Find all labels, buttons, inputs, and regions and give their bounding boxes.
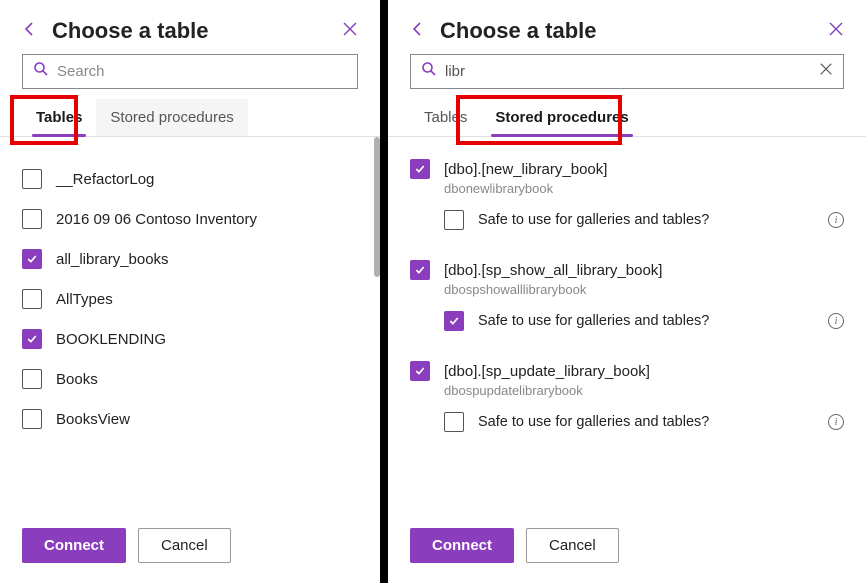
checkbox[interactable] — [22, 289, 42, 309]
procedure-item: [dbo].[sp_show_all_library_book] dbospsh… — [410, 254, 844, 355]
procedure-subtitle: dbospshowalllibrarybook — [444, 282, 844, 297]
tab-stored-procedures[interactable]: Stored procedures — [96, 99, 247, 136]
scrollbar[interactable] — [374, 137, 380, 277]
back-arrow-icon[interactable] — [410, 21, 426, 42]
procedures-list[interactable]: [dbo].[new_library_book] dbonewlibrarybo… — [388, 137, 866, 513]
cancel-button[interactable]: Cancel — [526, 528, 619, 563]
checkbox[interactable] — [410, 361, 430, 381]
back-arrow-icon[interactable] — [22, 21, 38, 42]
procedure-subtitle: dbospupdatelibrarybook — [444, 383, 844, 398]
info-icon[interactable]: i — [828, 313, 844, 329]
table-row[interactable]: BOOKLENDING — [22, 319, 358, 359]
procedure-item: [dbo].[sp_update_library_book] dbospupda… — [410, 355, 844, 456]
checkbox[interactable] — [22, 209, 42, 229]
checkbox[interactable] — [22, 329, 42, 349]
tables-list[interactable]: __RefactorLog 2016 09 06 Contoso Invento… — [0, 137, 380, 513]
table-label: AllTypes — [56, 291, 113, 308]
procedure-header[interactable]: [dbo].[new_library_book] — [410, 159, 844, 179]
tabs-row: Tables Stored procedures — [388, 99, 866, 137]
header: Choose a table — [388, 0, 866, 54]
safe-label: Safe to use for galleries and tables? — [478, 313, 814, 329]
search-icon — [421, 61, 437, 82]
connect-button[interactable]: Connect — [410, 528, 514, 563]
procedure-subtitle: dbonewlibrarybook — [444, 181, 844, 196]
procedure-title: [dbo].[sp_update_library_book] — [444, 363, 650, 380]
search-box[interactable] — [410, 54, 844, 89]
checkbox[interactable] — [22, 369, 42, 389]
tab-tables[interactable]: Tables — [22, 99, 96, 136]
close-icon[interactable] — [828, 21, 844, 42]
info-icon[interactable]: i — [828, 414, 844, 430]
checkbox[interactable] — [22, 249, 42, 269]
header: Choose a table — [0, 0, 380, 54]
safe-row: Safe to use for galleries and tables? i — [410, 297, 844, 349]
panel-title: Choose a table — [440, 18, 828, 44]
checkbox[interactable] — [22, 409, 42, 429]
procedure-title: [dbo].[sp_show_all_library_book] — [444, 262, 662, 279]
search-input[interactable] — [445, 63, 819, 80]
safe-label: Safe to use for galleries and tables? — [478, 212, 814, 228]
table-label: 2016 09 06 Contoso Inventory — [56, 211, 257, 228]
table-row[interactable]: Books — [22, 359, 358, 399]
info-icon[interactable]: i — [828, 212, 844, 228]
procedure-item: [dbo].[new_library_book] dbonewlibrarybo… — [410, 153, 844, 254]
checkbox[interactable] — [410, 159, 430, 179]
tab-stored-procedures[interactable]: Stored procedures — [481, 99, 642, 136]
safe-checkbox[interactable] — [444, 412, 464, 432]
search-input[interactable] — [57, 63, 347, 80]
table-label: Books — [56, 371, 98, 388]
footer: Connect Cancel — [388, 513, 866, 583]
safe-checkbox[interactable] — [444, 210, 464, 230]
footer: Connect Cancel — [0, 513, 380, 583]
safe-label: Safe to use for galleries and tables? — [478, 414, 814, 430]
tab-tables[interactable]: Tables — [410, 99, 481, 136]
search-container — [0, 54, 380, 99]
tabs-row: Tables Stored procedures — [0, 99, 380, 137]
table-label: BooksView — [56, 411, 130, 428]
clear-search-icon[interactable] — [819, 62, 833, 81]
table-row[interactable]: all_library_books — [22, 239, 358, 279]
left-panel: Choose a table Tables Stored procedures … — [0, 0, 380, 583]
search-box[interactable] — [22, 54, 358, 89]
table-label: BOOKLENDING — [56, 331, 166, 348]
table-row[interactable]: BooksView — [22, 399, 358, 439]
search-container — [388, 54, 866, 99]
table-label: all_library_books — [56, 251, 169, 268]
table-row[interactable]: 2016 09 06 Contoso Inventory — [22, 199, 358, 239]
close-icon[interactable] — [342, 21, 358, 42]
connect-button[interactable]: Connect — [22, 528, 126, 563]
safe-row: Safe to use for galleries and tables? i — [410, 196, 844, 248]
checkbox[interactable] — [410, 260, 430, 280]
safe-row: Safe to use for galleries and tables? i — [410, 398, 844, 450]
procedure-header[interactable]: [dbo].[sp_update_library_book] — [410, 361, 844, 381]
cancel-button[interactable]: Cancel — [138, 528, 231, 563]
panel-title: Choose a table — [52, 18, 342, 44]
table-row[interactable]: __RefactorLog — [22, 159, 358, 199]
safe-checkbox[interactable] — [444, 311, 464, 331]
checkbox[interactable] — [22, 169, 42, 189]
procedure-header[interactable]: [dbo].[sp_show_all_library_book] — [410, 260, 844, 280]
right-panel: Choose a table Tables Stored procedures … — [388, 0, 866, 583]
search-icon — [33, 61, 49, 82]
table-row[interactable]: AllTypes — [22, 279, 358, 319]
table-label: __RefactorLog — [56, 171, 154, 188]
procedure-title: [dbo].[new_library_book] — [444, 161, 607, 178]
